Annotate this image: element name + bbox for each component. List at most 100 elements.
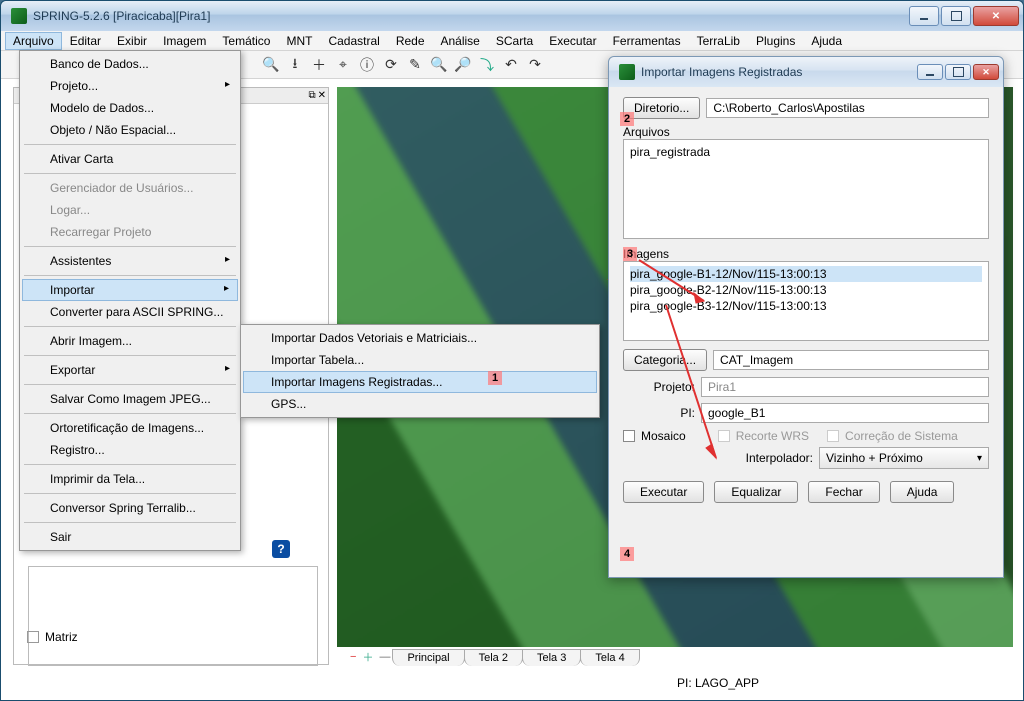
submenu-tabela[interactable]: Importar Tabela... [243,349,597,371]
annotation-tag-4: 4 [620,547,634,561]
close-button[interactable] [973,6,1019,26]
submenu-imagens-registradas[interactable]: Importar Imagens Registradas... [243,371,597,393]
dialog-titlebar: Importar Imagens Registradas [609,57,1003,87]
menu-assistentes[interactable]: Assistentes [22,250,238,272]
help-icon[interactable]: ? [272,540,290,558]
dialog-minimize-button[interactable] [917,64,943,80]
menu-ajuda[interactable]: Ajuda [803,32,850,50]
lasso-icon[interactable]: ⤵ [477,55,497,75]
arquivos-listbox[interactable]: pira_registrada [623,139,989,239]
menu-imprimir-tela[interactable]: Imprimir da Tela... [22,468,238,490]
info-icon[interactable]: ⓘ [357,55,377,75]
menu-recarregar: Recarregar Projeto [22,221,238,243]
menu-ativar-carta[interactable]: Ativar Carta [22,148,238,170]
menu-banco-dados[interactable]: Banco de Dados... [22,53,238,75]
matriz-label: Matriz [45,630,78,644]
menu-registro[interactable]: Registro... [22,439,238,461]
matriz-checkbox[interactable] [27,631,39,643]
pi-field[interactable]: google_B1 [701,403,989,423]
pencil-icon[interactable]: ✎ [405,55,425,75]
equalizar-button[interactable]: Equalizar [714,481,798,503]
tab-add-icon[interactable]: ＋ [359,649,376,665]
menu-bar: Arquivo Editar Exibir Imagem Temático MN… [1,31,1023,51]
recorte-wrs-label: Recorte WRS [736,429,809,443]
projeto-label: Projeto: [623,380,695,394]
zoom-out-icon[interactable]: 🔎 [453,55,473,75]
tab-tela3[interactable]: Tela 3 [522,649,581,666]
menu-salvar-jpeg[interactable]: Salvar Como Imagem JPEG... [22,388,238,410]
status-bar: PI: LAGO_APP [11,672,1013,694]
imagens-listbox[interactable]: pira_google-B1-12/Nov/115-13:00:13 pira_… [623,261,989,341]
pi-label: PI: [623,406,695,420]
tab-prev-icon[interactable]: — [376,651,393,663]
dialog-close-button[interactable] [973,64,999,80]
arrow-down-icon[interactable]: ⭳ [285,55,305,75]
arquivo-item[interactable]: pira_registrada [630,144,982,160]
mosaico-checkbox[interactable] [623,430,635,442]
menu-editar[interactable]: Editar [62,32,109,50]
annotation-tag-1: 1 [488,371,502,385]
menu-terralib[interactable]: TerraLib [689,32,748,50]
menu-mnt[interactable]: MNT [278,32,320,50]
projeto-field: Pira1 [701,377,989,397]
menu-cadastral[interactable]: Cadastral [320,32,387,50]
imagem-item-3[interactable]: pira_google-B3-12/Nov/115-13:00:13 [630,298,982,314]
plus-icon[interactable]: ＋ [309,55,329,75]
correcao-label: Correção de Sistema [845,429,958,443]
tab-tela2[interactable]: Tela 2 [464,649,523,666]
diretorio-field[interactable]: C:\Roberto_Carlos\Apostilas [706,98,989,118]
menu-ortoretificacao[interactable]: Ortoretificação de Imagens... [22,417,238,439]
menu-scarta[interactable]: SCarta [488,32,541,50]
menu-abrir-imagem[interactable]: Abrir Imagem... [22,330,238,352]
menu-plugins[interactable]: Plugins [748,32,803,50]
interpolador-label: Interpolador: [746,451,813,465]
tab-tela4[interactable]: Tela 4 [580,649,639,666]
tab-principal[interactable]: Principal [392,649,464,666]
categoria-field[interactable]: CAT_Imagem [713,350,989,370]
undo-icon[interactable]: ↶ [501,55,521,75]
menu-modelo-dados[interactable]: Modelo de Dados... [22,97,238,119]
maximize-button[interactable] [941,6,971,26]
menu-arquivo[interactable]: Arquivo [5,32,62,50]
menu-rede[interactable]: Rede [388,32,433,50]
menu-imagem[interactable]: Imagem [155,32,214,50]
dialog-maximize-button[interactable] [945,64,971,80]
menu-projeto[interactable]: Projeto... [22,75,238,97]
diretorio-button[interactable]: Diretorio... [623,97,700,119]
status-pi: PI: LAGO_APP [677,676,759,690]
mosaico-label: Mosaico [641,429,686,443]
executar-button[interactable]: Executar [623,481,704,503]
titlebar: SPRING-5.2.6 [Piracicaba][Pira1] [1,1,1023,31]
menu-ferramentas[interactable]: Ferramentas [605,32,689,50]
menu-executar[interactable]: Executar [541,32,604,50]
menu-conversor-terralib[interactable]: Conversor Spring Terralib... [22,497,238,519]
menu-sair[interactable]: Sair [22,526,238,548]
correcao-checkbox [827,430,839,442]
zoom-in-icon[interactable]: 🔍 [429,55,449,75]
ajuda-button[interactable]: Ajuda [890,481,955,503]
menu-objeto-nao-espacial[interactable]: Objeto / Não Espacial... [22,119,238,141]
tab-remove-icon[interactable]: − [347,651,359,663]
panel-dock-icon[interactable]: ⧉ [308,90,315,101]
arquivo-dropdown: Banco de Dados... Projeto... Modelo de D… [19,50,241,551]
menu-exibir[interactable]: Exibir [109,32,155,50]
menu-analise[interactable]: Análise [433,32,488,50]
menu-ger-usuarios: Gerenciador de Usuários... [22,177,238,199]
menu-exportar[interactable]: Exportar [22,359,238,381]
minimize-button[interactable] [909,6,939,26]
zoom-icon[interactable]: 🔍 [261,55,281,75]
redo-icon[interactable]: ↷ [525,55,545,75]
menu-tematico[interactable]: Temático [214,32,278,50]
fechar-button[interactable]: Fechar [808,481,879,503]
imagem-item-2[interactable]: pira_google-B2-12/Nov/115-13:00:13 [630,282,982,298]
submenu-dados-vetoriais[interactable]: Importar Dados Vetoriais e Matriciais... [243,327,597,349]
crosshair-icon[interactable]: ⌖ [333,55,353,75]
imagem-item-1[interactable]: pira_google-B1-12/Nov/115-13:00:13 [630,266,982,282]
menu-converter-ascii[interactable]: Converter para ASCII SPRING... [22,301,238,323]
menu-importar[interactable]: Importar [22,279,238,301]
categoria-button[interactable]: Categoria... [623,349,707,371]
panel-close-icon[interactable]: ✕ [318,90,326,101]
interpolador-select[interactable]: Vizinho + Próximo [819,447,989,469]
rotate-icon[interactable]: ⟳ [381,55,401,75]
submenu-gps[interactable]: GPS... [243,393,597,415]
